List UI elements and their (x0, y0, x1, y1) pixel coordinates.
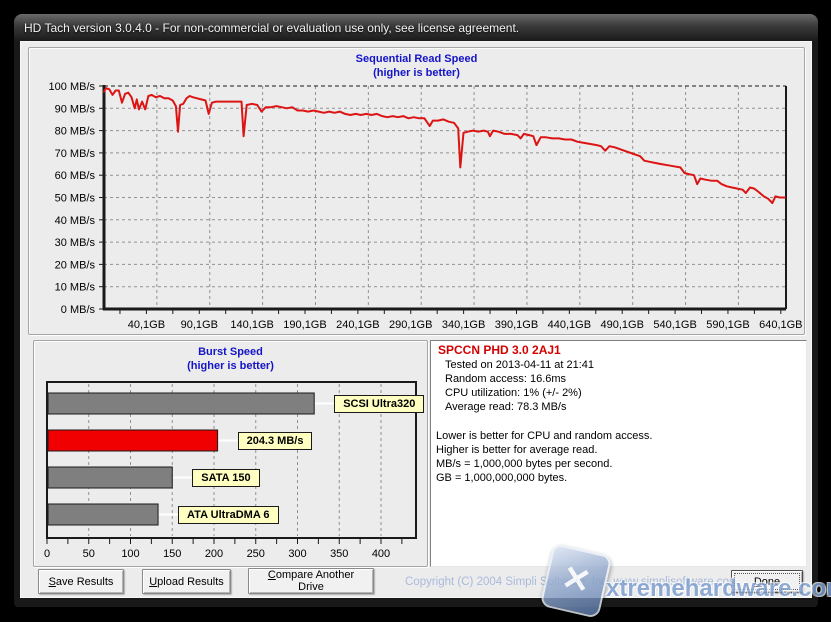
svg-text:80 MB/s: 80 MB/s (55, 126, 96, 138)
sequential-chart-subtitle: (higher is better) (29, 67, 804, 79)
window-titlebar[interactable]: HD Tach version 3.0.4.0 - For non-commer… (14, 14, 818, 41)
svg-text:640,1GB: 640,1GB (759, 319, 802, 331)
svg-text:90,1GB: 90,1GB (181, 319, 218, 331)
svg-text:190,1GB: 190,1GB (283, 319, 326, 331)
svg-text:150: 150 (163, 548, 181, 560)
bar-callout-label: SCSI Ultra320 (334, 395, 424, 413)
svg-text:390,1GB: 390,1GB (495, 319, 538, 331)
svg-text:100: 100 (121, 548, 139, 560)
svg-text:70 MB/s: 70 MB/s (55, 148, 96, 160)
svg-text:490,1GB: 490,1GB (601, 319, 644, 331)
cpu-utilization: CPU utilization: 1% (+/- 2%) (445, 386, 806, 400)
svg-text:10 MB/s: 10 MB/s (55, 282, 96, 294)
burst-speed-chart: 0 50 100 150 200 250 300 350 400 (34, 341, 427, 566)
bar-callout-label: SATA 150 (192, 469, 259, 487)
random-access: Random access: 16.6ms (445, 372, 806, 386)
burst-chart-title: Burst Speed (34, 346, 427, 358)
drive-name: SPCCN PHD 3.0 2AJ1 (438, 343, 806, 357)
burst-chart-subtitle: (higher is better) (34, 360, 427, 372)
svg-text:0 MB/s: 0 MB/s (61, 304, 96, 316)
notes-block: Lower is better for CPU and random acces… (436, 429, 806, 485)
done-button[interactable]: Done (731, 570, 803, 593)
svg-text:250: 250 (247, 548, 265, 560)
svg-text:100 MB/s: 100 MB/s (49, 81, 96, 93)
compare-another-drive-label: Compare Another Drive (255, 569, 367, 593)
svg-text:540,1GB: 540,1GB (653, 319, 696, 331)
svg-text:400: 400 (372, 548, 390, 560)
window-title: HD Tach version 3.0.4.0 - For non-commer… (14, 21, 519, 35)
svg-text:50: 50 (83, 548, 95, 560)
sequential-read-panel: 0 MB/s 10 MB/s 20 MB/s 30 MB/s 40 MB/s 50 MB/… (28, 47, 805, 335)
note-line: MB/s = 1,000,000 bytes per second. (436, 457, 806, 471)
compare-another-drive-button[interactable]: Compare Another Drive (248, 568, 374, 594)
svg-text:340,1GB: 340,1GB (442, 319, 485, 331)
bar-callout-label: 204.3 MB/s (238, 432, 313, 450)
svg-text:50 MB/s: 50 MB/s (55, 193, 96, 205)
svg-text:30 MB/s: 30 MB/s (55, 237, 96, 249)
svg-text:20 MB/s: 20 MB/s (55, 259, 96, 271)
svg-text:40,1GB: 40,1GB (128, 319, 165, 331)
burst-bar (48, 504, 158, 525)
done-label: Done (754, 576, 780, 588)
results-panel: SPCCN PHD 3.0 2AJ1 Tested on 2013-04-11 … (430, 340, 807, 567)
svg-text:590,1GB: 590,1GB (706, 319, 749, 331)
svg-text:290,1GB: 290,1GB (389, 319, 432, 331)
window-client-area: 0 MB/s 10 MB/s 20 MB/s 30 MB/s 40 MB/s 50 MB/… (20, 41, 812, 598)
svg-text:240,1GB: 240,1GB (336, 319, 379, 331)
svg-text:350: 350 (330, 548, 348, 560)
burst-bar (48, 467, 172, 488)
screenshot-canvas: HD Tach version 3.0.4.0 - For non-commer… (0, 0, 831, 622)
upload-results-label: Upload Results (149, 576, 224, 588)
sequential-read-chart: 0 MB/s 10 MB/s 20 MB/s 30 MB/s 40 MB/s 50 MB/… (29, 48, 804, 334)
save-results-button[interactable]: Save Results (38, 569, 124, 594)
average-read: Average read: 78.3 MB/s (445, 400, 806, 414)
bar-callout-label: ATA UltraDMA 6 (178, 506, 279, 524)
note-line: Higher is better for average read. (436, 443, 806, 457)
svg-text:90 MB/s: 90 MB/s (55, 103, 96, 115)
save-results-label: Save Results (49, 576, 114, 588)
burst-bar (48, 393, 314, 414)
svg-text:300: 300 (288, 548, 306, 560)
note-line: GB = 1,000,000,000 bytes. (436, 471, 806, 485)
read-speed-line (104, 88, 785, 203)
svg-text:440,1GB: 440,1GB (548, 319, 591, 331)
burst-speed-panel: 0 50 100 150 200 250 300 350 400 Burst Speed (hi… (33, 340, 428, 567)
svg-text:140,1GB: 140,1GB (230, 319, 273, 331)
svg-text:200: 200 (205, 548, 223, 560)
svg-text:40 MB/s: 40 MB/s (55, 215, 96, 227)
svg-text:0: 0 (44, 548, 50, 560)
sequential-chart-title: Sequential Read Speed (29, 53, 804, 65)
upload-results-button[interactable]: Upload Results (142, 569, 231, 594)
burst-bar (48, 430, 218, 451)
note-line: Lower is better for CPU and random acces… (436, 429, 806, 443)
copyright-text: Copyright (C) 2004 Simpli Software, Inc.… (405, 576, 739, 588)
tested-on: Tested on 2013-04-11 at 21:41 (445, 358, 806, 372)
svg-text:60 MB/s: 60 MB/s (55, 170, 96, 182)
hdtach-window: HD Tach version 3.0.4.0 - For non-commer… (14, 14, 818, 607)
